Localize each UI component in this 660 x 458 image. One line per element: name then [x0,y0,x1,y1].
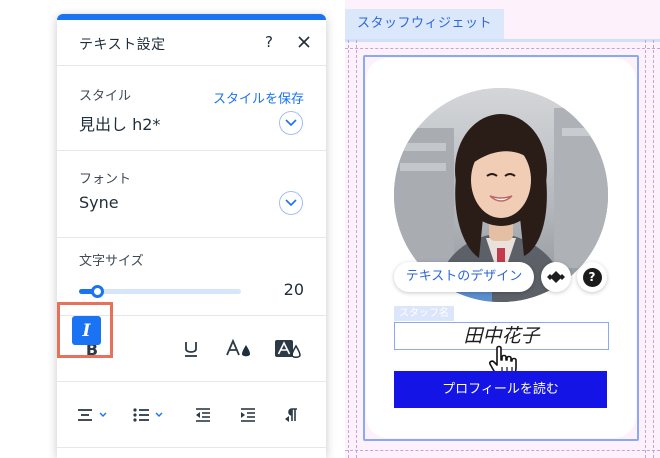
italic-highlight-outline: I [57,302,113,358]
guide-line [645,40,646,458]
guide-line [345,48,660,49]
text-size-slider[interactable] [79,285,241,298]
font-value: Syne [79,193,119,212]
style-value: 見出し h2* [79,115,161,134]
highlight-color-button[interactable] [271,332,305,366]
text-settings-panel: テキスト設定 ? スタイル スタイルを保存 見出し h2* フォント Syne … [57,14,326,458]
style-label: スタイル [79,89,132,104]
align-center-icon [78,409,107,421]
text-size-value[interactable]: 20 [284,280,304,299]
help-button[interactable]: ? [577,262,607,292]
increase-indent-icon [241,408,255,422]
font-dropdown-button[interactable] [279,191,303,215]
italic-button[interactable]: I [72,316,101,345]
decrease-indent-icon [196,408,210,422]
text-direction-button[interactable] [275,398,309,432]
staff-name-tag: スタッフ名 [394,306,454,321]
chevron-down-icon [285,199,297,207]
save-style-link[interactable]: スタイルを保存 [213,88,304,107]
animation-button[interactable] [541,262,571,292]
read-profile-button[interactable]: プロフィールを読む [394,371,607,408]
close-icon[interactable] [294,32,314,52]
guide-line [653,40,654,458]
guide-line [356,40,357,458]
guide-line [348,40,349,458]
text-color-button[interactable] [222,332,256,366]
underline-icon [185,342,197,357]
italic-icon: I [82,320,91,341]
staff-widget-tab[interactable]: スタッフウィジェット [345,9,505,39]
decrease-indent-button[interactable] [186,398,220,432]
font-section: フォント Syne [57,151,326,238]
text-color-icon [226,339,250,357]
list-dropdown[interactable] [129,398,169,432]
help-icon: ? [582,267,602,287]
bullet-list-icon [133,408,163,422]
highlight-color-icon [275,340,301,358]
animation-icon [547,271,565,283]
font-label: フォント [79,172,132,187]
text-size-label: 文字サイズ [79,254,144,269]
underline-button[interactable] [174,332,208,366]
guide-line [345,450,660,451]
alignment-section [57,382,326,448]
panel-title: テキスト設定 [79,37,166,53]
chevron-down-icon [285,119,297,127]
text-direction-icon [285,408,297,422]
increase-indent-button[interactable] [231,398,265,432]
text-design-button[interactable]: テキストのデザイン [394,262,534,292]
panel-help-button[interactable]: ? [265,33,273,51]
panel-header: テキスト設定 ? [57,20,326,66]
slider-thumb[interactable] [90,285,104,298]
canvas-top-strip [345,39,660,42]
style-dropdown-button[interactable] [279,111,303,135]
style-section: スタイル スタイルを保存 見出し h2* [57,67,326,151]
alignment-dropdown[interactable] [73,398,113,432]
